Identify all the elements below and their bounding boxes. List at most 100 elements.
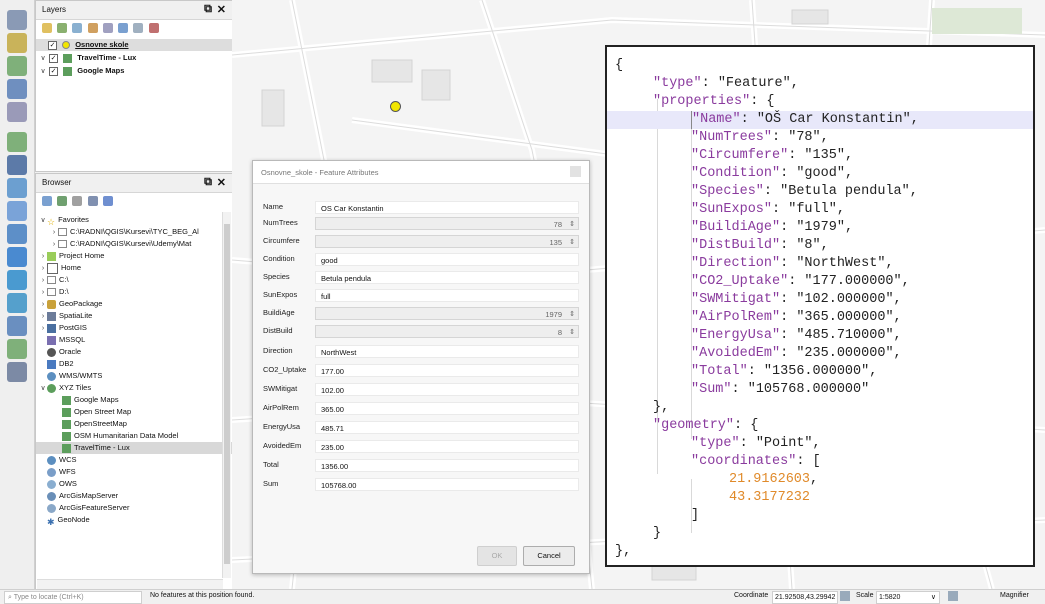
spin-arrows-icon[interactable]: ⇕: [569, 218, 575, 231]
filter-by-expression-icon[interactable]: [102, 23, 113, 33]
add-group-icon[interactable]: [57, 23, 68, 33]
add-delimited-text-icon[interactable]: [7, 132, 27, 152]
add-vector-layer-icon[interactable]: [7, 56, 27, 76]
add-postgis-icon[interactable]: [7, 178, 27, 198]
field-value-input[interactable]: 365.00: [315, 402, 579, 415]
locator-input[interactable]: ⌕ Type to locate (Ctrl+K): [4, 591, 142, 604]
layer-checkbox[interactable]: ✓: [49, 53, 59, 63]
field-value-input[interactable]: 177.00: [315, 364, 579, 377]
close-icon[interactable]: ✕: [217, 3, 226, 16]
refresh-icon[interactable]: [57, 196, 68, 206]
add-wcs-icon[interactable]: [7, 293, 27, 313]
horizontal-scrollbar[interactable]: [37, 579, 223, 589]
browser-item[interactable]: › C:\: [36, 274, 232, 286]
field-value-input[interactable]: 485.71: [315, 421, 579, 434]
add-db2-icon[interactable]: [7, 224, 27, 244]
browser-item[interactable]: WMS/WMTS: [36, 370, 232, 382]
cancel-button[interactable]: Cancel: [523, 546, 575, 566]
chevron-down-icon[interactable]: ∨: [931, 592, 936, 603]
spin-arrows-icon[interactable]: ⇕: [569, 326, 575, 339]
close-icon[interactable]: [570, 166, 581, 177]
chevron-down-icon[interactable]: ∨: [39, 66, 47, 78]
browser-item[interactable]: › C:\RADNI\QGIS\Kursevi\TYC_BEG_Al: [36, 226, 232, 238]
add-raster-layer-icon[interactable]: [7, 79, 27, 99]
manage-visibility-icon[interactable]: [72, 23, 83, 33]
field-value-input[interactable]: 105768.00: [315, 478, 579, 491]
field-value-spinbox[interactable]: 1979 ⇕: [315, 307, 579, 320]
layer-item[interactable]: ∨ ✓ Google Maps: [36, 65, 232, 77]
layer-checkbox[interactable]: ✓: [49, 66, 59, 76]
browser-item[interactable]: MSSQL: [36, 334, 232, 346]
ok-button[interactable]: OK: [477, 546, 517, 566]
field-value-spinbox[interactable]: 135 ⇕: [315, 235, 579, 248]
browser-item[interactable]: DB2: [36, 358, 232, 370]
add-selected-layers-icon[interactable]: [42, 196, 52, 206]
spin-arrows-icon[interactable]: ⇕: [569, 308, 575, 321]
browser-item[interactable]: ArcGisFeatureServer: [36, 502, 232, 514]
browser-item[interactable]: › PostGIS: [36, 322, 232, 334]
browser-item[interactable]: OWS: [36, 478, 232, 490]
info-icon[interactable]: [102, 196, 113, 206]
toggle-extents-icon[interactable]: [840, 591, 850, 601]
coordinate-field[interactable]: 21.92508,43.29942: [772, 591, 838, 604]
field-value-input[interactable]: NorthWest: [315, 345, 579, 358]
chevron-down-icon[interactable]: ∨: [39, 53, 47, 65]
add-mssql-icon[interactable]: [7, 201, 27, 221]
browser-item[interactable]: WCS: [36, 454, 232, 466]
lock-scale-icon[interactable]: [948, 591, 958, 601]
browser-item[interactable]: Oracle: [36, 346, 232, 358]
browser-item[interactable]: › GeoPackage: [36, 298, 232, 310]
scrollbar-thumb[interactable]: [224, 224, 230, 564]
spin-arrows-icon[interactable]: ⇕: [569, 236, 575, 249]
browser-item[interactable]: › Project Home: [36, 250, 232, 262]
field-value-input[interactable]: 102.00: [315, 383, 579, 396]
browser-item[interactable]: ✱ GeoNode: [36, 514, 232, 527]
browser-item[interactable]: › SpatiaLite: [36, 310, 232, 322]
layer-item[interactable]: ∨ ✓ TravelTime - Lux: [36, 52, 232, 64]
field-value-input[interactable]: OS Car Konstantin: [315, 201, 579, 214]
browser-item[interactable]: › C:\RADNI\QGIS\Kursevi\Udemy\Mat: [36, 238, 232, 250]
layer-item[interactable]: ✓ Osnovne skole: [36, 39, 232, 51]
field-value-spinbox[interactable]: 8 ⇕: [315, 325, 579, 338]
add-wfs-icon[interactable]: [7, 316, 27, 336]
browser-item[interactable]: ArcGisMapServer: [36, 490, 232, 502]
field-value-input[interactable]: good: [315, 253, 579, 266]
field-value-input[interactable]: 1356.00: [315, 459, 579, 472]
expand-all-icon[interactable]: [118, 23, 129, 33]
field-value-input[interactable]: full: [315, 289, 579, 302]
vertical-scrollbar[interactable]: [222, 212, 231, 578]
collapse-all-icon[interactable]: [87, 196, 98, 206]
browser-item[interactable]: Google Maps: [36, 394, 232, 406]
add-wms-icon[interactable]: [7, 247, 27, 267]
add-virtual-layer-icon[interactable]: [7, 339, 27, 359]
browser-item[interactable]: › Home: [36, 262, 232, 274]
new-layer-icon[interactable]: [7, 33, 27, 53]
add-xyz-icon[interactable]: [7, 270, 27, 290]
close-icon[interactable]: ✕: [217, 176, 226, 189]
remove-layer-icon[interactable]: [148, 23, 159, 33]
scale-combobox[interactable]: 1:5820 ∨: [876, 591, 940, 604]
field-value-input[interactable]: 235.00: [315, 440, 579, 453]
feature-point-marker[interactable]: [390, 101, 401, 112]
layer-checkbox[interactable]: ✓: [48, 40, 57, 50]
open-styling-icon[interactable]: [42, 23, 52, 33]
add-mesh-layer-icon[interactable]: [7, 102, 27, 122]
browser-item[interactable]: ∨ XYZ Tiles: [36, 382, 232, 394]
browser-item[interactable]: TravelTime - Lux: [36, 442, 232, 454]
browser-item[interactable]: ∨☆ Favorites: [36, 214, 232, 227]
field-value-input[interactable]: Betula pendula: [315, 271, 579, 284]
data-source-manager-icon[interactable]: [7, 10, 27, 30]
field-value-spinbox[interactable]: 78 ⇕: [315, 217, 579, 230]
browser-item[interactable]: WFS: [36, 466, 232, 478]
filter-icon[interactable]: [87, 23, 98, 33]
browser-item[interactable]: OSM Humanitarian Data Model: [36, 430, 232, 442]
filter-icon[interactable]: [72, 196, 83, 206]
float-icon[interactable]: ⧉: [204, 176, 212, 189]
browser-item[interactable]: OpenStreetMap: [36, 418, 232, 430]
float-icon[interactable]: ⧉: [204, 3, 212, 16]
collapse-all-icon[interactable]: [133, 23, 144, 33]
browser-item[interactable]: › D:\: [36, 286, 232, 298]
nn-join-icon[interactable]: [7, 362, 27, 382]
add-spatialite-icon[interactable]: [7, 155, 27, 175]
browser-item[interactable]: Open Street Map: [36, 406, 232, 418]
